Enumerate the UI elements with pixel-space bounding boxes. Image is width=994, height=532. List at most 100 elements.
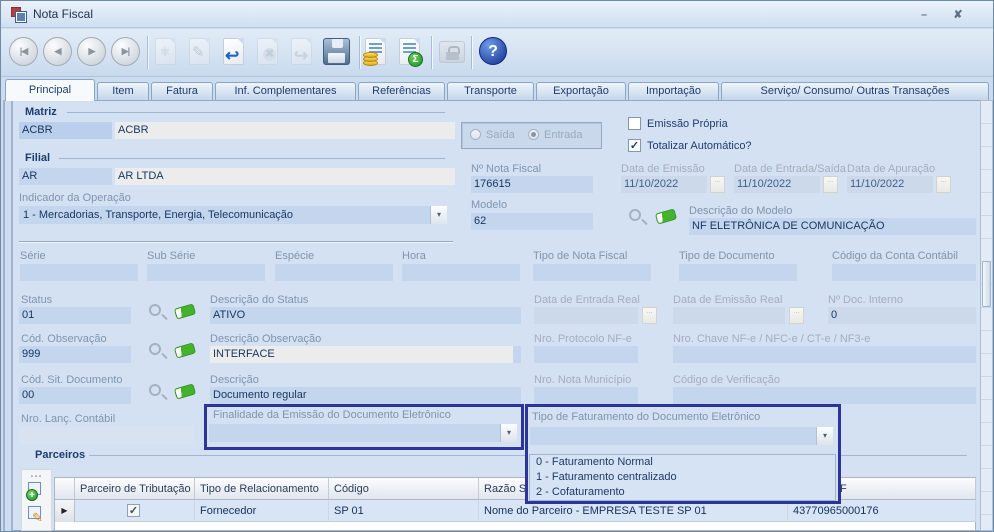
saida-radio[interactable] (470, 129, 481, 140)
data-entrada-real-field[interactable] (534, 307, 638, 324)
sub-serie-field[interactable] (147, 264, 265, 281)
minimize-button[interactable]: – (913, 8, 935, 23)
lancamento-contabil-field[interactable] (19, 427, 194, 444)
scrollbar-thumb[interactable] (982, 261, 991, 307)
dropdown-item-cofaturamento[interactable]: 2 - Cofaturamento (530, 485, 835, 500)
group-line (67, 112, 445, 113)
search-icon[interactable] (149, 343, 161, 355)
col-tipo-relacionamento[interactable]: Tipo de Relacionamento (195, 478, 329, 500)
tab-transporte[interactable]: Transporte (447, 82, 534, 100)
hora-label: Hora (402, 250, 426, 262)
doc-interno-field[interactable]: 0 (828, 307, 976, 324)
toolbar-grip-icon[interactable]: ... (22, 470, 51, 478)
first-record-button[interactable] (9, 37, 38, 66)
dropdown-item-faturamento-centralizado[interactable]: 1 - Faturamento centralizado (530, 470, 835, 485)
protocolo-nfe-field[interactable] (534, 346, 638, 363)
data-emissao-real-field[interactable] (673, 307, 785, 324)
hora-field[interactable] (402, 264, 520, 281)
data-apuracao-field[interactable]: 11/10/2022 (847, 176, 933, 193)
chevron-down-icon[interactable] (500, 424, 517, 442)
tipo-faturamento-combo[interactable] (530, 427, 833, 445)
search-icon[interactable] (629, 209, 641, 221)
data-apuracao-picker-button[interactable] (936, 176, 951, 193)
chave-nfe-field[interactable] (673, 346, 976, 363)
search-icon[interactable] (149, 384, 161, 396)
tab-inf-complementares[interactable]: Inf. Complementares (215, 82, 356, 100)
tributacao-checkbox[interactable] (127, 504, 140, 517)
filial-code-field[interactable]: AR (19, 168, 112, 185)
tab-importacao[interactable]: Importação (628, 82, 719, 100)
codigo-conta-label: Código da Conta Contábil (832, 250, 958, 262)
matriz-code-field[interactable]: ACBR (19, 122, 112, 139)
col-codigo[interactable]: Código (329, 478, 479, 500)
data-entrada-saida-label: Data de Entrada/Saída (734, 163, 846, 175)
left-splitter[interactable] (3, 100, 13, 531)
vertical-scrollbar[interactable] (980, 100, 993, 531)
entrada-radio[interactable] (528, 129, 539, 140)
status-field[interactable]: 01 (19, 307, 131, 324)
search-icon[interactable] (149, 304, 161, 316)
chevron-down-icon[interactable] (816, 427, 833, 445)
cell-codigo[interactable]: SP 01 (329, 500, 479, 522)
cell-tipo-relacionamento[interactable]: Fornecedor (195, 500, 329, 522)
tab-fatura[interactable]: Fatura (151, 82, 213, 100)
close-button[interactable]: ✘ (947, 8, 969, 23)
edit-document-button[interactable] (189, 38, 210, 65)
data-emissao-field[interactable]: 11/10/2022 (621, 176, 707, 193)
help-button[interactable] (479, 37, 507, 65)
add-parceiro-button[interactable] (26, 481, 47, 502)
cell-parceiro-tributacao[interactable] (75, 500, 195, 522)
totals-button[interactable] (365, 38, 386, 65)
dropdown-item-faturamento-normal[interactable]: 0 - Faturamento Normal (530, 455, 835, 470)
cancel-document-button[interactable] (257, 38, 278, 65)
tipo-nota-field[interactable] (533, 264, 651, 281)
tab-exportacao[interactable]: Exportação (536, 82, 626, 100)
group-line (59, 158, 445, 159)
totalizar-checkbox[interactable] (628, 139, 641, 152)
tab-referencias[interactable]: Referências (358, 82, 445, 100)
data-emissao-real-picker-button[interactable] (789, 307, 804, 324)
cod-sit-documento-field[interactable]: 00 (19, 387, 131, 404)
window-form-icon (11, 7, 26, 22)
codigo-conta-field[interactable] (832, 264, 976, 281)
tab-principal[interactable]: Principal (5, 79, 95, 101)
toolbar-separator (471, 36, 472, 69)
indicador-combo[interactable]: 1 - Mercadorias, Transporte, Energia, Te… (19, 206, 447, 224)
col-parceiro-tributacao[interactable]: Parceiro de Tributação (75, 478, 195, 500)
finalidade-combo[interactable] (209, 424, 517, 442)
cod-observacao-field[interactable]: 999 (19, 346, 131, 363)
sigma-icon (408, 52, 423, 67)
coins-icon (363, 52, 379, 66)
serie-field[interactable] (20, 264, 138, 281)
toolbar-separator (147, 36, 148, 69)
data-emissao-picker-button[interactable] (710, 176, 725, 193)
new-document-button[interactable] (155, 38, 176, 65)
previous-record-button[interactable] (43, 37, 72, 66)
redo-button[interactable] (291, 38, 312, 65)
next-record-button[interactable] (77, 37, 106, 66)
tab-item[interactable]: Item (97, 82, 149, 100)
modelo-field[interactable]: 62 (471, 213, 593, 230)
save-button[interactable] (323, 38, 350, 65)
descricao-situacao-field: Documento regular (210, 387, 521, 404)
undo-button[interactable] (223, 38, 244, 65)
tab-servico-consumo[interactable]: Serviço/ Consumo/ Outras Transações (721, 82, 989, 100)
codigo-verificacao-field[interactable] (673, 387, 976, 404)
descricao-observacao-field: INTERFACE (210, 346, 521, 363)
nota-fiscal-field[interactable]: 176615 (471, 176, 593, 193)
emissao-propria-checkbox[interactable] (628, 117, 641, 130)
row-selector-arrow-icon[interactable] (55, 500, 75, 522)
data-entrada-real-picker-button[interactable] (642, 307, 657, 324)
data-entrada-real-label: Data de Entrada Real (534, 294, 640, 306)
chevron-down-icon[interactable] (430, 206, 447, 224)
tipo-documento-field[interactable] (679, 264, 797, 281)
nota-municipio-field[interactable] (534, 387, 638, 404)
lock-button[interactable] (439, 41, 465, 63)
data-entrada-saida-picker-button[interactable] (823, 176, 838, 193)
edit-parceiro-button[interactable] (26, 505, 47, 526)
summary-button[interactable] (399, 38, 420, 65)
sub-serie-label: Sub Série (147, 250, 195, 262)
data-entrada-saida-field[interactable]: 11/10/2022 (734, 176, 820, 193)
especie-field[interactable] (275, 264, 393, 281)
last-record-button[interactable] (111, 37, 140, 66)
